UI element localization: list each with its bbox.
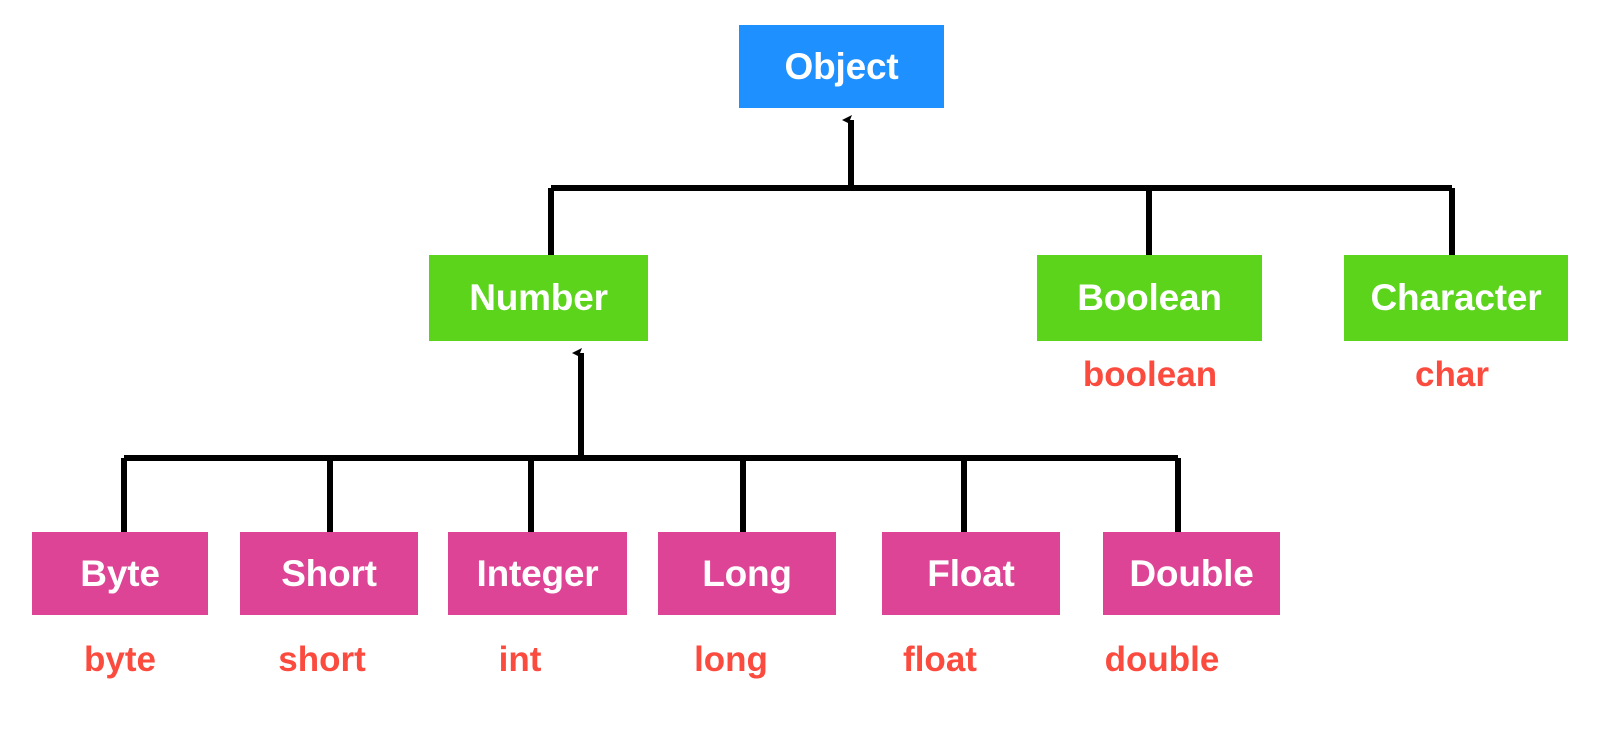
connector-layer bbox=[121, 115, 1455, 545]
prim-long: long bbox=[694, 640, 768, 679]
node-number[interactable]: Number bbox=[429, 255, 648, 341]
node-short[interactable]: Short bbox=[240, 532, 418, 615]
prim-double: double bbox=[1104, 640, 1220, 679]
edge-number-boolean-character-to-object bbox=[548, 115, 1455, 255]
node-byte[interactable]: Byte bbox=[32, 532, 208, 615]
prim-int: int bbox=[498, 640, 542, 679]
node-integer[interactable]: Integer bbox=[448, 532, 627, 615]
node-float[interactable]: Float bbox=[882, 532, 1060, 615]
prim-byte: byte bbox=[84, 640, 156, 679]
node-double[interactable]: Double bbox=[1103, 532, 1280, 615]
prim-float: float bbox=[903, 640, 977, 679]
node-long[interactable]: Long bbox=[658, 532, 836, 615]
node-character[interactable]: Character bbox=[1344, 255, 1568, 341]
edge-numeric-types-to-number bbox=[121, 348, 1181, 545]
prim-short: short bbox=[278, 640, 366, 679]
node-boolean[interactable]: Boolean bbox=[1037, 255, 1262, 341]
diagram-canvas: Object Number Boolean Character Byte Sho… bbox=[0, 0, 1606, 740]
prim-char: char bbox=[1415, 355, 1489, 394]
node-object[interactable]: Object bbox=[739, 25, 944, 108]
prim-boolean: boolean bbox=[1082, 355, 1218, 394]
